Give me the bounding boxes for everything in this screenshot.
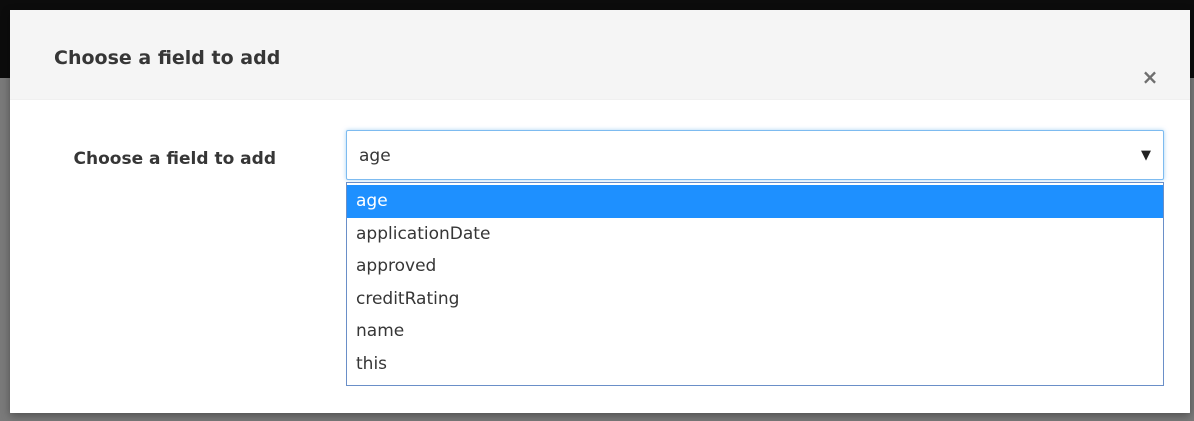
field-select[interactable]: age ▼ <box>346 130 1164 180</box>
page-backdrop-bottom <box>0 413 1194 421</box>
page-backdrop-right <box>1190 78 1194 421</box>
dropdown-option-age[interactable]: age <box>347 185 1163 218</box>
field-select-value: age <box>359 146 391 166</box>
dropdown-option-name[interactable]: name <box>347 315 1163 348</box>
dropdown-option-approved[interactable]: approved <box>347 250 1163 283</box>
field-dropdown-list: age applicationDate approved creditRatin… <box>346 182 1164 386</box>
field-select-label: Choose a field to add <box>73 149 276 169</box>
dropdown-option-this[interactable]: this <box>347 348 1163 381</box>
page-backdrop-left <box>0 78 10 421</box>
dropdown-option-applicationdate[interactable]: applicationDate <box>347 218 1163 251</box>
dialog-header: Choose a field to add × <box>10 10 1190 100</box>
close-icon[interactable]: × <box>1138 65 1162 89</box>
caret-down-icon: ▼ <box>1141 148 1151 163</box>
dropdown-option-creditrating[interactable]: creditRating <box>347 283 1163 316</box>
dialog-title: Choose a field to add <box>54 47 281 69</box>
choose-field-dialog: Choose a field to add × Choose a field t… <box>10 10 1190 413</box>
